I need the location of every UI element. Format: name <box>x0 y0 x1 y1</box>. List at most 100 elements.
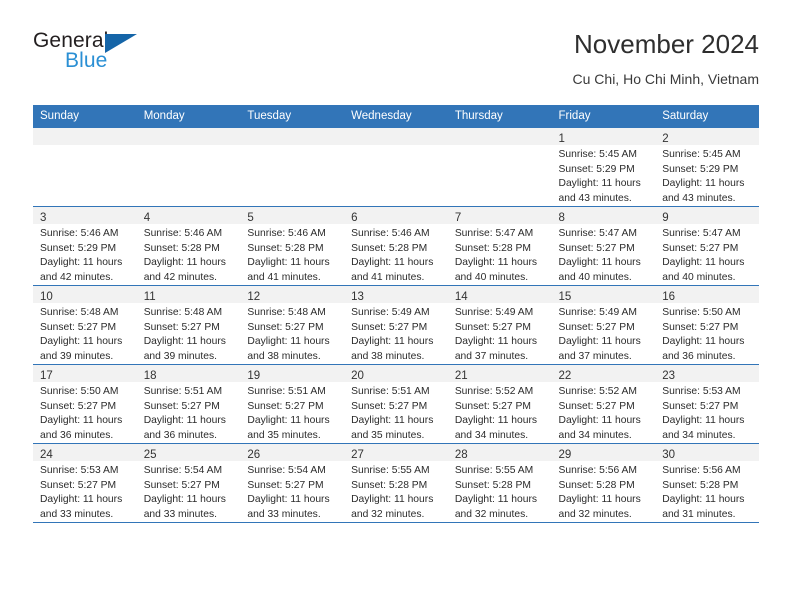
calendar-day-cell[interactable]: 15 Sunrise: 5:49 AM Sunset: 5:27 PM Dayligh… <box>551 285 656 365</box>
daylight-text: and 40 minutes. <box>454 271 529 283</box>
sunrise-text: Sunrise: 5:46 AM <box>40 228 119 239</box>
day-number: 4 <box>143 212 151 224</box>
day-number: 11 <box>143 291 156 303</box>
daylight-text: Daylight: 11 hours <box>247 257 330 269</box>
daylight-text: Daylight: 11 hours <box>143 415 226 427</box>
daylight-text: Daylight: 11 hours <box>351 257 434 269</box>
day-number-band: 26 <box>240 444 345 461</box>
sunrise-text: Sunrise: 5:51 AM <box>351 386 430 397</box>
calendar-day-cell[interactable]: 16 Sunrise: 5:50 AM Sunset: 5:27 PM Dayligh… <box>655 285 759 365</box>
sunset-text: Sunset: 5:27 PM <box>454 400 531 412</box>
day-number: 7 <box>454 212 462 224</box>
day-number: 30 <box>662 449 676 461</box>
day-number-band <box>33 128 137 145</box>
day-number: 24 <box>40 449 53 461</box>
day-cell-details <box>448 145 552 148</box>
calendar-day-cell[interactable]: 27 Sunrise: 5:55 AM Sunset: 5:28 PM Dayligh… <box>344 443 448 523</box>
day-cell-inner: 13 Sunrise: 5:49 AM Sunset: 5:27 PM Dayligh… <box>344 286 448 364</box>
day-number-band: 6 <box>344 207 448 224</box>
calendar-day-cell[interactable]: 8 Sunrise: 5:47 AM Sunset: 5:27 PM Daylight… <box>551 206 656 286</box>
day-cell-inner: 21 Sunrise: 5:52 AM Sunset: 5:27 PM Dayligh… <box>447 365 552 443</box>
day-cell-details: Sunrise: 5:46 AM Sunset: 5:28 PM Daylight:… <box>137 224 241 285</box>
day-cell-inner: 11 Sunrise: 5:48 AM Sunset: 5:27 PM Dayligh… <box>136 286 241 364</box>
day-cell-inner <box>240 128 345 206</box>
day-number-band <box>136 128 241 145</box>
calendar-body: 1 Sunrise: 5:45 AM Sunset: 5:29 PM Daylight… <box>33 128 759 523</box>
day-cell-inner: 10 Sunrise: 5:48 AM Sunset: 5:27 PM Dayligh… <box>33 286 137 364</box>
calendar-day-cell[interactable]: 14 Sunrise: 5:49 AM Sunset: 5:27 PM Dayligh… <box>447 285 552 365</box>
sunrise-text: Sunrise: 5:52 AM <box>558 386 637 397</box>
sunrise-text: Sunrise: 5:45 AM <box>662 149 741 160</box>
day-cell-inner: 14 Sunrise: 5:49 AM Sunset: 5:27 PM Dayligh… <box>447 286 552 364</box>
calendar-day-cell[interactable]: 23 Sunrise: 5:53 AM Sunset: 5:27 PM Dayligh… <box>655 364 759 444</box>
calendar-day-cell[interactable]: 26 Sunrise: 5:54 AM Sunset: 5:27 PM Dayligh… <box>240 443 345 523</box>
day-cell-details: Sunrise: 5:45 AM Sunset: 5:29 PM Daylight:… <box>655 145 759 206</box>
calendar-day-cell[interactable]: 28 Sunrise: 5:55 AM Sunset: 5:28 PM Dayligh… <box>447 443 552 523</box>
day-cell-inner: 30 Sunrise: 5:56 AM Sunset: 5:28 PM Dayligh… <box>655 444 759 522</box>
daylight-text: and 32 minutes. <box>558 508 632 520</box>
daylight-text: Daylight: 11 hours <box>247 494 330 506</box>
calendar-day-cell[interactable]: 13 Sunrise: 5:49 AM Sunset: 5:27 PM Dayligh… <box>344 285 448 365</box>
daylight-text: and 34 minutes. <box>558 429 632 441</box>
calendar-day-cell[interactable]: 11 Sunrise: 5:48 AM Sunset: 5:27 PM Dayligh… <box>136 285 241 365</box>
daylight-text: Daylight: 11 hours <box>351 415 434 427</box>
daylight-text: Daylight: 11 hours <box>143 257 226 269</box>
generalblue-logo[interactable]: General Blue <box>33 28 153 76</box>
daylight-text: and 36 minutes. <box>662 350 736 362</box>
day-cell-inner: 5 Sunrise: 5:46 AM Sunset: 5:28 PM Daylight… <box>240 207 345 285</box>
calendar-day-cell[interactable]: 5 Sunrise: 5:46 AM Sunset: 5:28 PM Daylight… <box>240 206 345 286</box>
calendar-day-cell[interactable]: 22 Sunrise: 5:52 AM Sunset: 5:27 PM Dayligh… <box>551 364 656 444</box>
day-number: 21 <box>454 370 468 382</box>
day-number: 19 <box>247 370 261 382</box>
daylight-text: and 42 minutes. <box>40 271 114 283</box>
day-cell-inner: 3 Sunrise: 5:46 AM Sunset: 5:29 PM Daylight… <box>33 207 137 285</box>
calendar-day-cell[interactable]: 9 Sunrise: 5:47 AM Sunset: 5:27 PM Daylight… <box>655 206 759 286</box>
calendar-table: Sunday Monday Tuesday Wednesday Thursday Frid… <box>33 105 759 523</box>
calendar-day-cell[interactable]: 12 Sunrise: 5:48 AM Sunset: 5:27 PM Dayligh… <box>240 285 345 365</box>
daylight-text: and 43 minutes. <box>558 192 632 204</box>
day-number: 3 <box>40 212 47 224</box>
calendar-day-cell[interactable]: 2 Sunrise: 5:45 AM Sunset: 5:29 PM Daylight… <box>655 128 759 207</box>
sunrise-text: Sunrise: 5:55 AM <box>454 465 534 476</box>
daylight-text: Daylight: 11 hours <box>40 336 123 348</box>
daylight-text: and 31 minutes. <box>662 508 736 520</box>
calendar-day-cell[interactable]: 24 Sunrise: 5:53 AM Sunset: 5:27 PM Dayligh… <box>33 443 137 523</box>
calendar-day-cell-empty <box>240 128 345 207</box>
day-cell-details <box>33 145 137 148</box>
calendar-day-cell[interactable]: 4 Sunrise: 5:46 AM Sunset: 5:28 PM Daylight… <box>136 206 241 286</box>
daylight-text: Daylight: 11 hours <box>662 415 745 427</box>
calendar-day-cell[interactable]: 1 Sunrise: 5:45 AM Sunset: 5:29 PM Daylight… <box>551 128 656 207</box>
daylight-text: and 40 minutes. <box>662 271 736 283</box>
calendar-day-cell[interactable]: 20 Sunrise: 5:51 AM Sunset: 5:27 PM Dayligh… <box>344 364 448 444</box>
daylight-text: and 34 minutes. <box>662 429 736 441</box>
day-cell-details: Sunrise: 5:51 AM Sunset: 5:27 PM Daylight:… <box>344 382 448 443</box>
day-cell-inner: 9 Sunrise: 5:47 AM Sunset: 5:27 PM Daylight… <box>655 207 759 285</box>
page-header: General Blue November 2024 Cu Chi, Ho Ch… <box>33 0 759 87</box>
calendar-day-cell[interactable]: 10 Sunrise: 5:48 AM Sunset: 5:27 PM Dayligh… <box>33 285 137 365</box>
day-number-band: 10 <box>33 286 137 303</box>
calendar-day-cell[interactable]: 7 Sunrise: 5:47 AM Sunset: 5:28 PM Daylight… <box>447 206 552 286</box>
day-cell-inner: 26 Sunrise: 5:54 AM Sunset: 5:27 PM Dayligh… <box>240 444 345 522</box>
day-number-band: 17 <box>33 365 137 382</box>
weekday-header-thursday: Thursday <box>447 105 552 128</box>
calendar-day-cell[interactable]: 25 Sunrise: 5:54 AM Sunset: 5:27 PM Dayligh… <box>136 443 241 523</box>
day-cell-details: Sunrise: 5:51 AM Sunset: 5:27 PM Daylight:… <box>137 382 241 443</box>
day-cell-details: Sunrise: 5:49 AM Sunset: 5:27 PM Daylight:… <box>344 303 448 364</box>
sunrise-text: Sunrise: 5:53 AM <box>662 386 741 397</box>
calendar-day-cell[interactable]: 18 Sunrise: 5:51 AM Sunset: 5:27 PM Dayligh… <box>136 364 241 444</box>
calendar-day-cell[interactable]: 21 Sunrise: 5:52 AM Sunset: 5:27 PM Dayligh… <box>447 364 552 444</box>
calendar-day-cell[interactable]: 19 Sunrise: 5:51 AM Sunset: 5:27 PM Dayligh… <box>240 364 345 444</box>
calendar-day-cell[interactable]: 17 Sunrise: 5:50 AM Sunset: 5:27 PM Dayligh… <box>33 364 137 444</box>
day-cell-details: Sunrise: 5:52 AM Sunset: 5:27 PM Daylight:… <box>448 382 552 443</box>
daylight-text: Daylight: 11 hours <box>143 494 226 506</box>
calendar-day-cell[interactable]: 3 Sunrise: 5:46 AM Sunset: 5:29 PM Daylight… <box>33 206 137 286</box>
calendar-day-cell[interactable]: 29 Sunrise: 5:56 AM Sunset: 5:28 PM Dayligh… <box>551 443 656 523</box>
daylight-text: and 41 minutes. <box>247 271 321 283</box>
calendar-day-cell-empty <box>344 128 448 207</box>
day-cell-details: Sunrise: 5:54 AM Sunset: 5:27 PM Daylight:… <box>137 461 241 522</box>
daylight-text: Daylight: 11 hours <box>558 178 641 190</box>
day-number-band: 3 <box>33 207 137 224</box>
calendar-day-cell[interactable]: 6 Sunrise: 5:46 AM Sunset: 5:28 PM Daylight… <box>344 206 448 286</box>
calendar-day-cell[interactable]: 30 Sunrise: 5:56 AM Sunset: 5:28 PM Dayligh… <box>655 443 759 523</box>
daylight-text: Daylight: 11 hours <box>40 494 123 506</box>
